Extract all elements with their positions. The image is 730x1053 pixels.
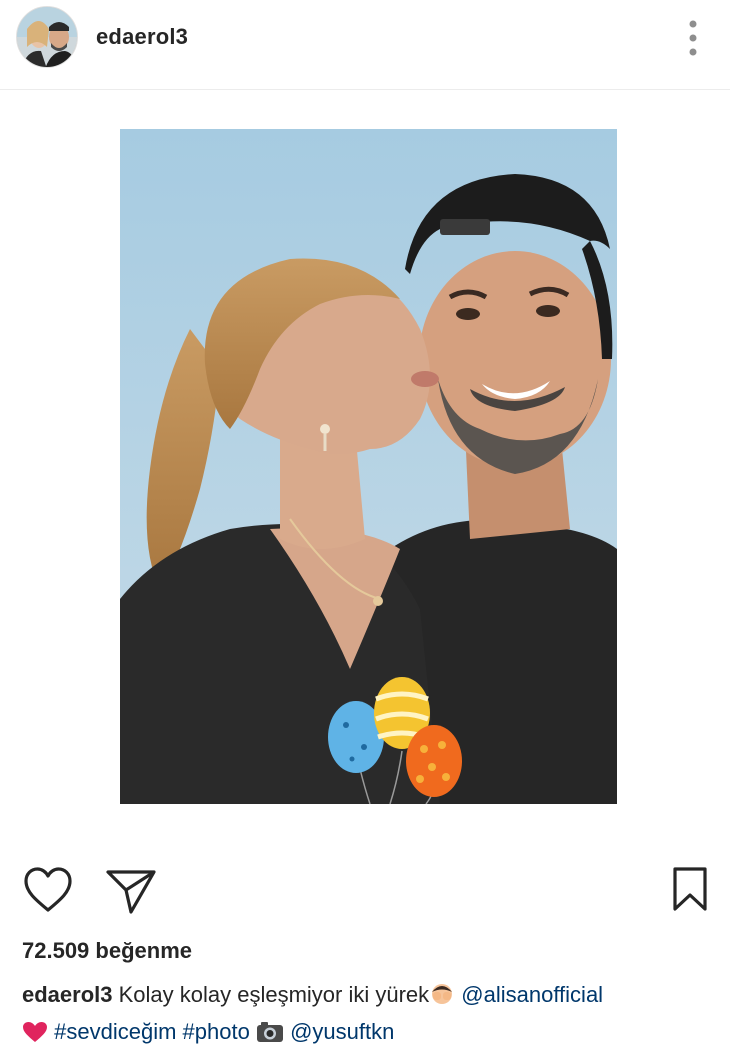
caption-username[interactable]: edaerol3 [22, 982, 113, 1007]
likes-count[interactable]: 72.509 beğenme [22, 938, 192, 964]
post-header: edaerol3 [0, 0, 730, 90]
bookmark-outline-icon [673, 867, 707, 911]
caption-text: Kolay kolay eşleşmiyor iki yürek [112, 982, 430, 1007]
share-button[interactable] [104, 866, 158, 916]
avatar-image [17, 7, 77, 67]
like-button[interactable] [22, 866, 74, 914]
hashtag-photo[interactable]: #photo [183, 1019, 250, 1044]
more-options-button[interactable] [678, 14, 708, 62]
send-paper-plane-icon [106, 870, 156, 914]
couple-photo-illustration [120, 129, 617, 804]
post-caption: edaerol3 Kolay kolay eşleşmiyor iki yüre… [22, 978, 722, 1052]
post-media[interactable] [0, 91, 730, 851]
avatar[interactable] [16, 6, 78, 68]
post-username[interactable]: edaerol3 [96, 24, 188, 50]
mention-yusuftkn[interactable]: @yusuftkn [290, 1019, 394, 1044]
more-vertical-icon [689, 20, 697, 56]
red-heart-icon [22, 1019, 48, 1052]
camera-icon [256, 1019, 284, 1052]
mention-alisanofficial[interactable]: @alisanofficial [461, 982, 603, 1007]
heart-outline-icon [24, 867, 72, 912]
post-photo [120, 129, 617, 804]
hashtag-sevdicegim[interactable]: #sevdiceğim [54, 1019, 176, 1044]
post-actions-bar [0, 860, 730, 920]
save-button[interactable] [670, 866, 710, 912]
face-with-hands-over-eyes-icon [429, 982, 455, 1015]
